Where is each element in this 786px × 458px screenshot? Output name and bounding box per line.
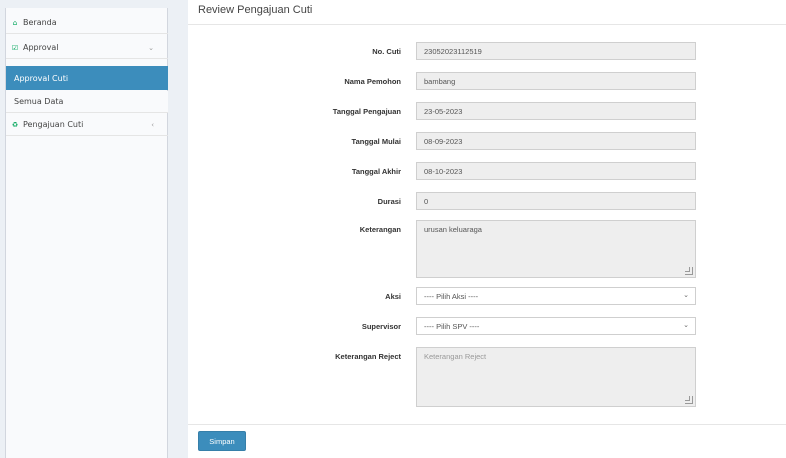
label-durasi: Durasi xyxy=(377,197,401,206)
main-panel: Review Pengajuan Cuti No. Cuti 230520231… xyxy=(188,0,786,458)
chevron-down-icon: ⌄ xyxy=(148,43,154,52)
supervisor-selected-value: ---- Pilih SPV ---- xyxy=(424,322,480,331)
label-tanggal-pengajuan: Tanggal Pengajuan xyxy=(332,107,401,116)
durasi-field[interactable]: 0 xyxy=(416,192,696,210)
keterangan-reject-placeholder: Keterangan Reject xyxy=(424,352,487,361)
divider xyxy=(188,424,786,425)
supervisor-select[interactable]: ---- Pilih SPV ---- ⌄ xyxy=(416,317,696,335)
nama-pemohon-field[interactable]: bambang xyxy=(416,72,696,90)
aksi-select[interactable]: ---- Pilih Aksi ---- ⌄ xyxy=(416,287,696,305)
page-title: Review Pengajuan Cuti xyxy=(198,4,313,16)
label-tanggal-akhir: Tanggal Akhir xyxy=(351,167,401,176)
sidebar-item-label: Approval xyxy=(23,43,59,52)
tanggal-mulai-field[interactable]: 08-09-2023 xyxy=(416,132,696,150)
aksi-selected-value: ---- Pilih Aksi ---- xyxy=(424,292,479,301)
tanggal-akhir-field[interactable]: 08-10-2023 xyxy=(416,162,696,180)
recycle-icon: ♻ xyxy=(11,120,19,129)
sidebar-item-semua-data[interactable]: Semua Data xyxy=(6,91,168,113)
label-no-cuti: No. Cuti xyxy=(372,47,401,56)
check-square-icon: ☑ xyxy=(11,43,19,52)
home-icon: ⌂ xyxy=(12,18,18,27)
sidebar-item-label: Semua Data xyxy=(14,97,64,106)
resize-handle-icon[interactable] xyxy=(685,396,693,404)
sidebar-item-pengajuan-cuti[interactable]: ♻ Pengajuan Cuti ‹ xyxy=(6,114,168,136)
save-button[interactable]: Simpan xyxy=(198,431,246,451)
divider xyxy=(188,24,786,25)
sidebar-item-label: Pengajuan Cuti xyxy=(23,120,84,129)
no-cuti-field[interactable]: 23052023112519 xyxy=(416,42,696,60)
sidebar-item-beranda[interactable]: ⌂ Beranda xyxy=(6,12,168,34)
sidebar: ⌂ Beranda ☑ Approval ⌄ Approval Cuti Sem… xyxy=(5,8,168,458)
label-keterangan-reject: Keterangan Reject xyxy=(335,352,401,361)
sidebar-item-approval[interactable]: ☑ Approval ⌄ xyxy=(6,37,168,59)
chevron-left-icon: ‹ xyxy=(151,120,154,129)
label-tanggal-mulai: Tanggal Mulai xyxy=(351,137,401,146)
sidebar-item-approval-cuti[interactable]: Approval Cuti xyxy=(6,66,168,90)
keterangan-reject-textarea[interactable]: Keterangan Reject xyxy=(416,347,696,407)
chevron-down-icon: ⌄ xyxy=(683,322,689,329)
label-keterangan: Keterangan xyxy=(359,225,401,234)
resize-handle-icon[interactable] xyxy=(685,267,693,275)
sidebar-item-label: Beranda xyxy=(23,18,57,27)
tanggal-pengajuan-field[interactable]: 23-05-2023 xyxy=(416,102,696,120)
keterangan-value: urusan keluaraga xyxy=(424,225,482,234)
keterangan-textarea[interactable]: urusan keluaraga xyxy=(416,220,696,278)
app-window: ⌂ Beranda ☑ Approval ⌄ Approval Cuti Sem… xyxy=(0,0,786,458)
label-supervisor: Supervisor xyxy=(361,322,401,331)
label-nama-pemohon: Nama Pemohon xyxy=(344,77,401,86)
sidebar-item-label: Approval Cuti xyxy=(14,73,69,83)
label-aksi: Aksi xyxy=(385,292,401,301)
chevron-down-icon: ⌄ xyxy=(683,292,689,299)
